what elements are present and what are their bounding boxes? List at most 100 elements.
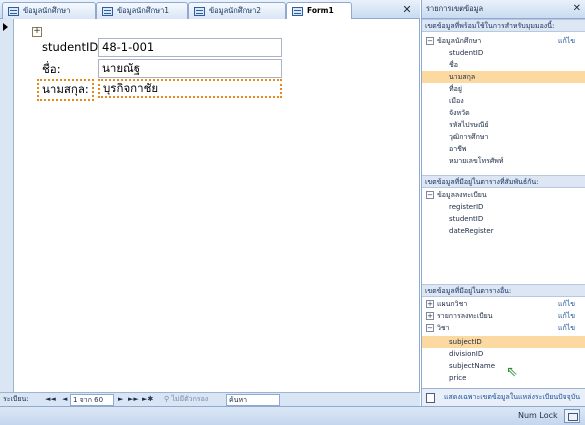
field-name: นามสกุล (449, 73, 476, 81)
filter-label: ไม่มีตัวกรอง (171, 395, 209, 403)
field-item[interactable]: ชื่อ (422, 59, 585, 71)
first-record-button[interactable]: ◄◄ (45, 393, 56, 406)
current-record-arrow-icon (3, 23, 8, 31)
table-row-student-info[interactable]: − ข้อมูลนักศึกษา แก้ไข (422, 35, 585, 47)
previous-record-button[interactable]: ◄ (62, 393, 67, 406)
document-icon (426, 393, 435, 403)
new-record-button[interactable]: ►✱ (142, 393, 153, 406)
section-related-fields: เขตข้อมูลที่มีอยู่ในตารางที่สัมพันธ์กัน: (422, 175, 585, 188)
field-item[interactable]: หมายเลขโทรศัพท์ (422, 155, 585, 167)
lastname-label: นามสกุล: (37, 79, 94, 101)
close-icon[interactable]: ✕ (400, 3, 414, 17)
studentid-field[interactable]: 48-1-001 (98, 38, 282, 57)
field-item[interactable]: ที่อยู่ (422, 83, 585, 95)
field-item[interactable]: registerID (422, 201, 585, 213)
current-record-input[interactable]: 1 จาก 60 (70, 394, 114, 406)
record-label: ระเบียน: (3, 395, 29, 403)
edit-table-link[interactable]: แก้ไข (558, 310, 575, 322)
edit-table-link[interactable]: แก้ไข (558, 298, 575, 310)
field-item[interactable]: subjectName (422, 360, 585, 372)
tab-student-info-2[interactable]: ข้อมูลนักศึกษา2 (188, 2, 286, 19)
form-icon (292, 7, 303, 16)
expand-icon[interactable]: + (426, 300, 434, 308)
field-item[interactable]: จังหวัด (422, 107, 585, 119)
mouse-cursor-icon: ⇖ (506, 364, 518, 380)
field-item[interactable]: price (422, 372, 585, 384)
field-name: studentID (449, 49, 484, 57)
form-icon (102, 7, 113, 16)
field-name: subjectName (449, 362, 496, 370)
section-other-tables: เขตข้อมูลที่มีอยู่ในตารางอื่น: (422, 284, 585, 297)
field-list-title-text: รายการเขตข้อมูล (426, 4, 484, 13)
status-bar: Num Lock (0, 406, 585, 425)
table-row-subject[interactable]: − วิชา แก้ไข (422, 322, 585, 334)
tab-student-info[interactable]: ข้อมูลนักศึกษา (2, 2, 96, 19)
field-name: divisionID (449, 350, 484, 358)
field-item[interactable]: อาชีพ (422, 143, 585, 155)
expand-icon[interactable]: + (426, 312, 434, 320)
close-icon[interactable]: ✕ (573, 0, 581, 18)
tab-label: ข้อมูลนักศึกษา1 (117, 6, 170, 15)
tab-label: ข้อมูลนักศึกษา (23, 6, 71, 15)
field-name: รหัสไปรษณีย์ (449, 121, 489, 129)
num-lock-indicator: Num Lock (518, 411, 558, 420)
firstname-label: ชื่อ: (42, 62, 61, 76)
field-item[interactable]: studentID (422, 47, 585, 59)
move-handle-icon[interactable]: + (32, 27, 42, 37)
tab-label: Form1 (307, 6, 334, 15)
field-list-title: รายการเขตข้อมูล ✕ (422, 0, 585, 19)
field-name: อาชีพ (449, 145, 467, 153)
field-item[interactable]: studentID (422, 213, 585, 225)
document-tab-bar: ข้อมูลนักศึกษา ข้อมูลนักศึกษา1 ข้อมูลนัก… (0, 0, 420, 20)
field-item[interactable]: วุฒิการศึกษา (422, 131, 585, 143)
record-navigator: ระเบียน: ◄◄ ◄ 1 จาก 60 ► ►► ►✱ ⚲ ไม่มีตั… (0, 392, 420, 406)
table-row-department[interactable]: + แผนกวิชา แก้ไข (422, 298, 585, 310)
table-row-register-info[interactable]: − ข้อมูลลงทะเบียน (422, 189, 585, 201)
field-name: วุฒิการศึกษา (449, 133, 489, 141)
field-list-footer[interactable]: แสดงเฉพาะเขตข้อมูลในแหล่งระเบียนปัจจุบัน (422, 388, 585, 406)
show-current-source-only-link[interactable]: แสดงเฉพาะเขตข้อมูลในแหล่งระเบียนปัจจุบัน (444, 389, 580, 406)
collapse-icon[interactable]: − (426, 37, 434, 45)
table-name: วิชา (437, 324, 450, 332)
table-name: ข้อมูลนักศึกษา (437, 37, 482, 45)
field-name: subjectID (449, 338, 482, 346)
field-item[interactable]: รหัสไปรษณีย์ (422, 119, 585, 131)
filter-status[interactable]: ⚲ ไม่มีตัวกรอง (164, 393, 208, 406)
field-item-selected[interactable]: นามสกุล (422, 71, 585, 83)
collapse-icon[interactable]: − (426, 324, 434, 332)
field-item[interactable]: เมือง (422, 95, 585, 107)
last-record-button[interactable]: ►► (128, 393, 139, 406)
table-name: รายการลงทะเบียน (437, 312, 493, 320)
field-name: ที่อยู่ (449, 85, 462, 93)
field-name: จังหวัด (449, 109, 470, 117)
field-item-selected[interactable]: subjectID (422, 336, 585, 348)
field-item[interactable]: dateRegister (422, 225, 585, 237)
field-name: registerID (449, 203, 484, 211)
tab-student-info-1[interactable]: ข้อมูลนักศึกษา1 (96, 2, 188, 19)
field-name: dateRegister (449, 227, 494, 235)
studentid-label: studentID: (42, 40, 103, 54)
field-name: price (449, 374, 467, 382)
field-name: ชื่อ (449, 61, 458, 69)
collapse-icon[interactable]: − (426, 191, 434, 199)
tab-label: ข้อมูลนักศึกษา2 (209, 6, 262, 15)
edit-table-link[interactable]: แก้ไข (558, 35, 575, 47)
section-available-fields: เขตข้อมูลที่พร้อมใช้ในการสำหรับมุมมองนี้… (422, 19, 585, 32)
tab-form1[interactable]: Form1 (286, 2, 352, 20)
form-view: + studentID: 48-1-001 ชื่อ: นายณัฐ นามสก… (0, 19, 420, 392)
form-view-button[interactable] (564, 409, 580, 423)
field-name: studentID (449, 215, 484, 223)
field-name: เมือง (449, 97, 464, 105)
record-selector[interactable] (0, 19, 14, 392)
search-input[interactable]: ค้นหา (226, 394, 280, 406)
table-row-registration-list[interactable]: + รายการลงทะเบียน แก้ไข (422, 310, 585, 322)
field-name: หมายเลขโทรศัพท์ (449, 157, 504, 165)
next-record-button[interactable]: ► (118, 393, 123, 406)
form-icon (8, 7, 19, 16)
table-name: ข้อมูลลงทะเบียน (437, 191, 487, 199)
firstname-field[interactable]: นายณัฐ (98, 59, 282, 78)
field-item[interactable]: divisionID (422, 348, 585, 360)
field-list-pane: รายการเขตข้อมูล ✕ เขตข้อมูลที่พร้อมใช้ใน… (421, 0, 585, 406)
edit-table-link[interactable]: แก้ไข (558, 322, 575, 334)
lastname-field[interactable]: บุรกิจกาชัย (98, 79, 282, 98)
